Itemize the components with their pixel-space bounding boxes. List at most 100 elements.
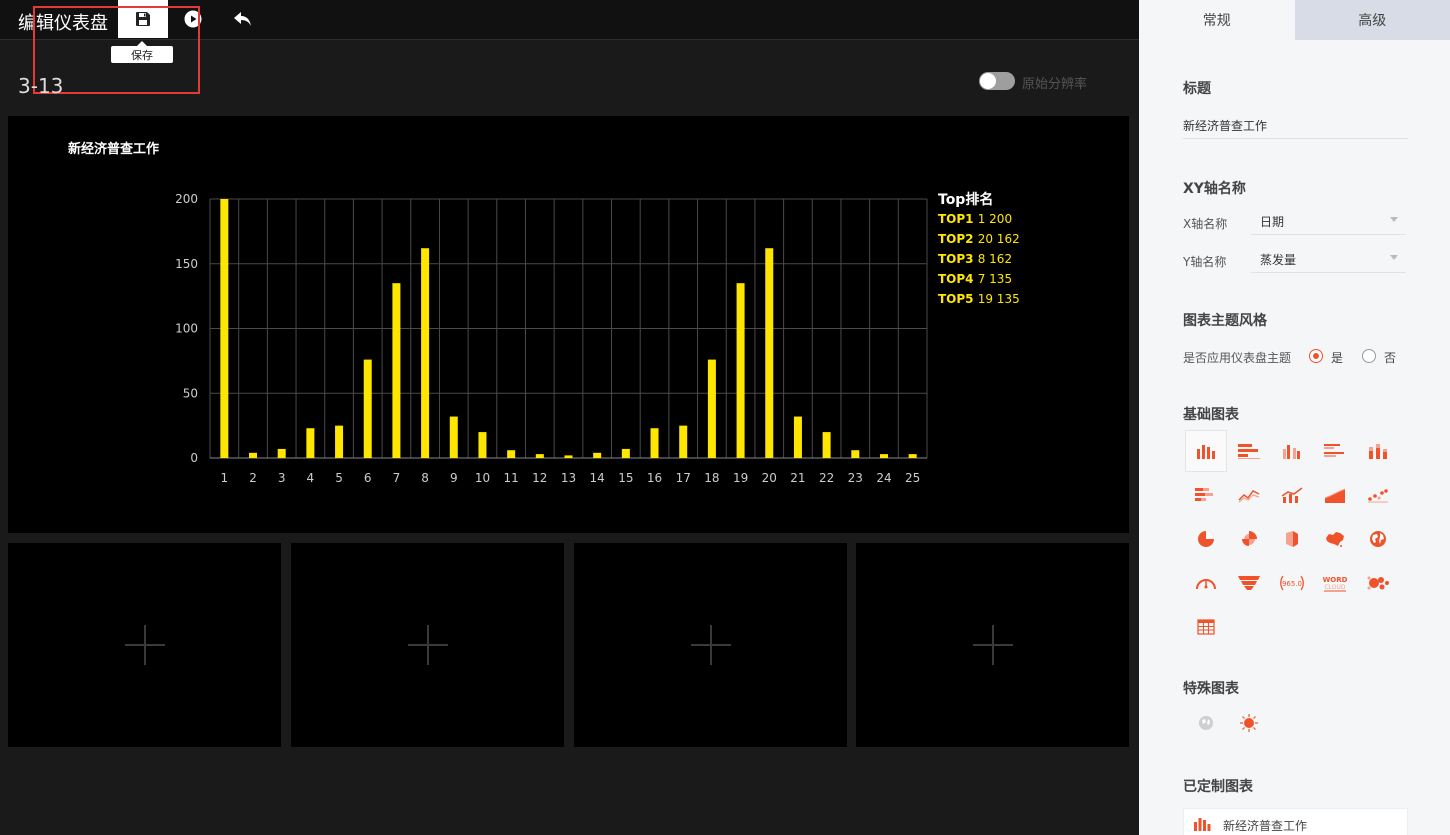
stacked-bar-chart-type[interactable]: [1357, 430, 1399, 472]
cube-chart-type[interactable]: [1271, 518, 1313, 560]
plus-icon: [972, 625, 1013, 665]
x-tick-label: 21: [790, 471, 805, 485]
title-input[interactable]: 新经济普查工作: [1183, 117, 1408, 139]
grouped-horizontal-bar-chart-type[interactable]: [1314, 430, 1356, 472]
theme-question: 是否应用仪表盘主题: [1183, 351, 1292, 365]
bar: [879, 454, 888, 458]
preview-button[interactable]: [168, 0, 218, 38]
ranking-item: TOP5 19 135: [938, 292, 1020, 306]
bar-chart-type[interactable]: [1185, 430, 1227, 472]
rose-chart-type[interactable]: [1228, 518, 1270, 560]
table-icon: [1197, 619, 1215, 635]
x-axis-select[interactable]: 日期: [1251, 213, 1406, 235]
grouped-bar-chart-type[interactable]: [1271, 430, 1313, 472]
x-axis: 1 2 3 4 5 6 7 8 9 10 11 12 13 14 15 16 17 18 19 20 21 22 23 24 2…: [221, 471, 921, 485]
bar-chart-icon: [1197, 445, 1215, 459]
section-special-charts: 特殊图表: [1183, 681, 1239, 697]
chevron-down-icon: [1390, 255, 1398, 260]
x-tick-label: 11: [503, 471, 518, 485]
scatter-chart-type[interactable]: [1357, 474, 1399, 516]
bar: [621, 448, 630, 458]
ranking-rank: TOP2: [938, 232, 978, 246]
x-tick-label: 19: [733, 471, 748, 485]
table-chart-type[interactable]: [1185, 606, 1227, 648]
grouped-bar-icon: [1283, 445, 1300, 459]
ranking-detail: 7 135: [978, 272, 1012, 286]
x-tick-label: 14: [590, 471, 605, 485]
bar: [822, 432, 831, 458]
horizontal-bar-icon: [1238, 444, 1260, 459]
bar: [793, 416, 802, 458]
undo-button[interactable]: [218, 0, 268, 38]
bar: [363, 359, 372, 458]
ranking-rank: TOP4: [938, 272, 978, 286]
section-title: 标题: [1183, 81, 1211, 97]
y-tick-label: 150: [175, 257, 198, 271]
x-tick-label: 6: [364, 471, 372, 485]
x-tick-label: 16: [647, 471, 662, 485]
bar: [650, 428, 659, 458]
china-map-type[interactable]: [1314, 518, 1356, 560]
theme-yes-label: 是: [1331, 351, 1344, 365]
page-number: 3-13: [18, 74, 64, 98]
theme-no-radio[interactable]: [1362, 349, 1376, 363]
globe-icon: [1370, 531, 1386, 547]
ranking-item: TOP1 1 200: [938, 212, 1012, 226]
save-tooltip: 保存: [111, 41, 173, 63]
special-burst-chart-type[interactable]: [1228, 702, 1270, 744]
horizontal-bar-chart-type[interactable]: [1228, 430, 1270, 472]
special-globe-chart-type[interactable]: [1185, 702, 1227, 744]
pie-chart-type[interactable]: [1185, 518, 1227, 560]
settings-tabs: 常规 高级: [1139, 0, 1450, 40]
empty-widget-slot[interactable]: [574, 543, 847, 747]
grouped-horizontal-bar-icon: [1324, 444, 1344, 457]
empty-widget-slot[interactable]: [856, 543, 1129, 747]
chart-widget[interactable]: 新经济普查工作 0 50 100 150 200 1 2 3 4 5 6 7 8 9 10 11 12 13 14…: [8, 116, 1129, 533]
section-custom-charts: 已定制图表: [1183, 779, 1253, 795]
gauge-number-text: 965.0: [1282, 580, 1302, 588]
stacked-bar-icon: [1369, 444, 1387, 459]
bar: [421, 248, 430, 458]
gauge-chart-type[interactable]: [1185, 562, 1227, 604]
x-tick-label: 7: [393, 471, 401, 485]
bar: [449, 416, 458, 458]
ranking-item: TOP3 8 162: [938, 252, 1012, 266]
area-chart-type[interactable]: [1314, 474, 1356, 516]
bar: [220, 199, 229, 458]
x-tick-label: 9: [450, 471, 458, 485]
resolution-toggle[interactable]: [979, 72, 1015, 90]
tab-general[interactable]: 常规: [1139, 0, 1295, 40]
empty-widget-slot[interactable]: [8, 543, 281, 747]
theme-yes-radio[interactable]: [1309, 349, 1323, 363]
bar: [707, 359, 716, 458]
funnel-chart-type[interactable]: [1228, 562, 1270, 604]
bar-line-chart-type[interactable]: [1271, 474, 1313, 516]
toolbar: 编辑仪表盘: [0, 0, 1139, 40]
tab-advanced[interactable]: 高级: [1294, 0, 1450, 40]
stacked-horizontal-bar-chart-type[interactable]: [1185, 474, 1227, 516]
bar: [564, 455, 573, 458]
empty-widget-slot[interactable]: [291, 543, 564, 747]
section-basic-charts: 基础图表: [1183, 407, 1239, 423]
number-display-icon: 965.0: [1280, 575, 1304, 591]
world-map-type[interactable]: [1357, 518, 1399, 560]
word-cloud-type[interactable]: WORD CLOUD: [1314, 562, 1356, 604]
x-tick-label: 10: [475, 471, 490, 485]
bubble-chart-type[interactable]: [1357, 562, 1399, 604]
custom-chart-item[interactable]: 新经济普查工作: [1183, 808, 1408, 835]
bar-chart-icon: [1194, 818, 1211, 831]
line-chart-type[interactable]: [1228, 474, 1270, 516]
x-tick-label: 12: [532, 471, 547, 485]
y-tick-label: 0: [190, 451, 198, 465]
bar: [306, 428, 315, 458]
undo-icon: [234, 12, 251, 26]
y-axis-select[interactable]: 蒸发量: [1251, 251, 1406, 273]
x-tick-label: 3: [278, 471, 286, 485]
bar: [535, 454, 544, 458]
bar: [765, 248, 774, 458]
x-tick-label: 20: [762, 471, 777, 485]
save-button[interactable]: [118, 0, 168, 38]
number-chart-type[interactable]: 965.0: [1271, 562, 1313, 604]
ranking-item: TOP2 20 162: [938, 232, 1020, 246]
x-tick-label: 22: [819, 471, 834, 485]
